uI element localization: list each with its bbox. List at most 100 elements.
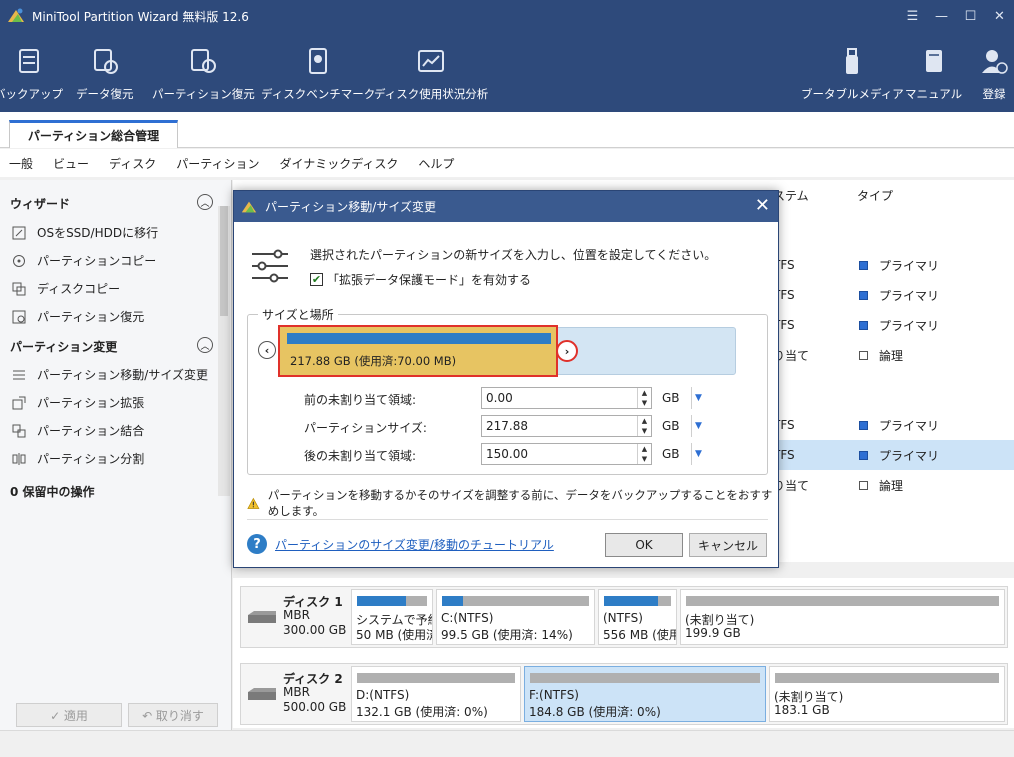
partition-size-label: 132.1 GB (使用済: 0%)	[356, 705, 488, 719]
partition-recovery-small-icon	[12, 310, 26, 323]
partition-usage-bar	[357, 673, 515, 683]
toolbar-manual[interactable]: マニュアル	[905, 46, 962, 102]
partition-type-swatch	[859, 260, 868, 270]
dialog-separator	[247, 519, 768, 520]
partition-change-collapse-button[interactable]: ︿	[197, 337, 213, 353]
unit-dropdown-icon[interactable]: ▼	[691, 443, 705, 465]
disk-partition-block[interactable]: C:(NTFS) 99.5 GB (使用済: 14%)	[436, 589, 595, 645]
menu-help[interactable]: ヘルプ	[418, 155, 454, 172]
partition-size-label: 50 MB (使用済	[356, 628, 433, 642]
group-label: サイズと場所	[258, 306, 338, 323]
sidebar-item-migrate-os[interactable]: OSをSSD/HDDに移行	[12, 224, 158, 241]
sidebar-item-merge[interactable]: パーティション結合	[12, 422, 144, 439]
toolbar-backup[interactable]: バックアップ	[0, 46, 63, 102]
row-type: プライマリ	[859, 410, 939, 440]
dialog-title-bar: パーティション移動/サイズ変更 ✕	[234, 191, 778, 222]
partition-slider[interactable]: 217.88 GB (使用済:70.00 MB)	[278, 325, 558, 377]
sidebar-item-extend[interactable]: パーティション拡張	[12, 394, 144, 411]
toolbar-space-analyzer[interactable]: ディスク使用状況分析	[374, 46, 488, 102]
menu-view[interactable]: ビュー	[53, 155, 89, 172]
menu-dynamic-disk[interactable]: ダイナミックディスク	[279, 155, 398, 172]
pending-operations: 0 保留中の操作	[10, 485, 95, 499]
field-unallocated-after: 後の未割り当て領域: 150.00 ▲ ▼ GB ▼	[248, 443, 769, 467]
tutorial-link-text[interactable]: パーティションのサイズ変更/移動のチュートリアル	[275, 536, 554, 553]
tab-partition-management[interactable]: パーティション総合管理	[9, 120, 178, 148]
disk-1-row[interactable]: ディスク 1 MBR 300.00 GB システムで予約 50 MB (使用済 C:…	[240, 586, 1008, 648]
register-icon	[982, 50, 1008, 74]
partition-size-spinner[interactable]: ▲ ▼	[637, 416, 651, 436]
partition-usage-bar	[530, 673, 760, 683]
unallocated-after-input[interactable]: 150.00	[481, 443, 652, 465]
right-handle-button[interactable]: ›	[556, 340, 578, 362]
sidebar-item-disk-copy[interactable]: ディスクコピー	[12, 280, 120, 297]
disk-partition-block[interactable]: (未割り当て) 199.9 GB	[680, 589, 1005, 645]
partition-usage-bar	[686, 596, 999, 606]
row-type-label: プライマリ	[879, 288, 940, 303]
app-title: MiniTool Partition Wizard 無料版 12.6	[32, 9, 249, 24]
tutorial-link[interactable]: ? パーティションのサイズ変更/移動のチュートリアル	[247, 534, 554, 554]
tab-strip: パーティション総合管理	[0, 112, 1014, 148]
partition-change-header: パーティション変更	[10, 340, 118, 354]
column-header-type[interactable]: タイプ	[857, 180, 893, 210]
apply-button[interactable]: ✓ 適用	[16, 703, 122, 727]
disk-partition-block[interactable]: システムで予約 50 MB (使用済	[351, 589, 433, 645]
partition-usage-fill	[604, 596, 658, 606]
sidebar-item-partition-recovery[interactable]: パーティション復元	[12, 308, 144, 325]
dialog-title: パーティション移動/サイズ変更	[265, 200, 436, 214]
menu-disk[interactable]: ディスク	[109, 155, 156, 172]
sliders-icon	[252, 249, 288, 283]
row-type: 論理	[859, 470, 903, 500]
disk-partition-block[interactable]: (NTFS) 556 MB (使用	[598, 589, 677, 645]
warning-message: パーティションを移動するかそのサイズを調整する前に、データをバックアップすること…	[247, 487, 778, 519]
menu-icon[interactable]: ☰	[898, 0, 927, 32]
cancel-button[interactable]: キャンセル	[689, 533, 767, 557]
disk-partition-block[interactable]: (未割り当て) 183.1 GB	[769, 666, 1005, 722]
checkbox-box[interactable]: ✔	[310, 273, 323, 286]
data-recovery-icon	[93, 49, 118, 74]
disk-partition-block[interactable]: F:(NTFS) 184.8 GB (使用済: 0%)	[524, 666, 766, 722]
dialog-close-icon[interactable]: ✕	[755, 195, 770, 216]
wizard-collapse-button[interactable]: ︿	[197, 194, 213, 210]
enhanced-data-protection-checkbox[interactable]: ✔ 「拡張データ保護モード」を有効する	[310, 271, 531, 288]
undo-button[interactable]: ↶ 取り消す	[128, 703, 218, 727]
disk-partition-block[interactable]: D:(NTFS) 132.1 GB (使用済: 0%)	[351, 666, 521, 722]
help-icon[interactable]: ?	[247, 534, 267, 554]
row-type: プライマリ	[859, 280, 939, 310]
toolbar-disk-benchmark[interactable]: ディスクベンチマーク	[261, 46, 375, 102]
unit-dropdown-icon[interactable]: ▼	[691, 415, 705, 437]
partition-recovery-icon	[191, 49, 217, 73]
partition-label: D:(NTFS)	[356, 688, 410, 702]
row-type: プライマリ	[859, 250, 939, 280]
toolbar-data-recovery[interactable]: データ復元	[76, 46, 134, 102]
unallocated-after-spinner[interactable]: ▲ ▼	[637, 444, 651, 464]
toolbar-register[interactable]: 登録	[979, 46, 1009, 102]
sidebar-item-move-resize[interactable]: パーティション移動/サイズ変更	[12, 366, 208, 383]
row-type-label: プライマリ	[879, 318, 940, 333]
sidebar: ウィザード ︿ OSをSSD/HDDに移行 パーティションコピー ディスクコピー…	[0, 180, 232, 757]
partition-slider-usage-bar	[287, 333, 551, 344]
sidebar-scrollbar[interactable]	[218, 206, 230, 496]
menu-general[interactable]: 一般	[9, 155, 33, 172]
menu-partition[interactable]: パーティション	[176, 155, 259, 172]
unallocated-before-spinner[interactable]: ▲ ▼	[637, 388, 651, 408]
partition-size-label: 183.1 GB	[774, 703, 830, 717]
sidebar-item-split[interactable]: パーティション分割	[12, 450, 144, 467]
unit-dropdown-icon[interactable]: ▼	[691, 387, 705, 409]
maximize-button[interactable]: ☐	[956, 0, 985, 32]
hard-disk-icon	[248, 611, 276, 623]
unallocated-before-input[interactable]: 0.00	[481, 387, 652, 409]
sidebar-item-partition-copy[interactable]: パーティションコピー	[12, 252, 156, 269]
disk-2-row[interactable]: ディスク 2 MBR 500.00 GB D:(NTFS) 132.1 GB (使…	[240, 663, 1008, 725]
toolbar-partition-recovery[interactable]: パーティション復元	[152, 46, 255, 102]
ok-button[interactable]: OK	[605, 533, 683, 557]
partition-size-input[interactable]: 217.88	[481, 415, 652, 437]
partition-usage-bar	[604, 596, 671, 606]
partition-size-label: 199.9 GB	[685, 626, 741, 640]
row-type: プライマリ	[859, 440, 939, 470]
row-type: プライマリ	[859, 310, 939, 340]
close-button[interactable]: ✕	[985, 0, 1014, 32]
left-handle-button[interactable]: ‹	[258, 341, 276, 359]
minimize-button[interactable]: —	[927, 0, 956, 32]
field-partition-size: パーティションサイズ: 217.88 ▲ ▼ GB ▼	[248, 415, 769, 439]
toolbar-bootable-media[interactable]: ブータブルメディア	[801, 46, 904, 102]
